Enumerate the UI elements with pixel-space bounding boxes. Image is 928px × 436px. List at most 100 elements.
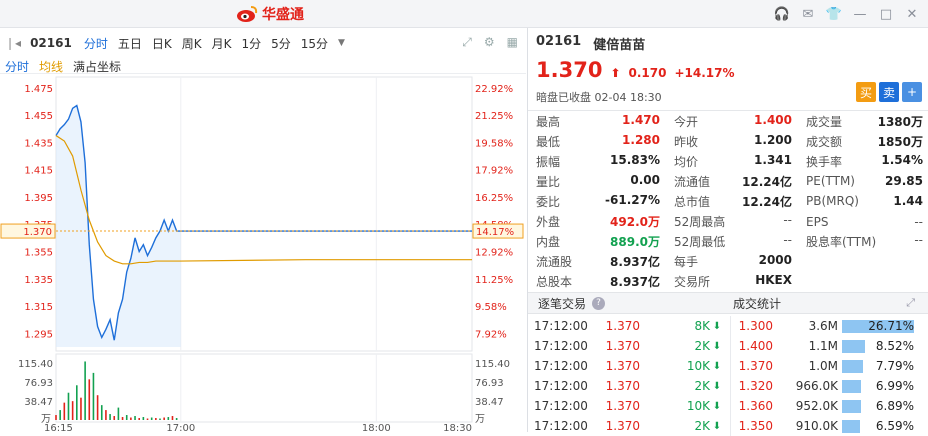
y-tick-price: 1.355 bbox=[24, 248, 53, 259]
volume-bar bbox=[167, 417, 170, 420]
tab-15min[interactable]: 15分 bbox=[296, 35, 333, 52]
volume-bar bbox=[100, 405, 103, 420]
stat-cell: 总市值 12.24亿 bbox=[666, 193, 798, 210]
x-tick: 18:30 bbox=[443, 423, 472, 432]
volume-stats-tab[interactable]: 成交统计 bbox=[733, 295, 781, 312]
y-tick-pct: 17.92% bbox=[475, 166, 513, 177]
volstat-bar: 7.79% bbox=[842, 359, 914, 373]
volstat-row: 1.350 910.0K 6.59% bbox=[731, 416, 928, 436]
y-tick-price: 1.415 bbox=[24, 166, 53, 177]
down-arrow-icon: ⬇ bbox=[712, 400, 722, 412]
close-icon[interactable]: ✕ bbox=[902, 4, 922, 24]
volstat-price: 1.300 bbox=[738, 319, 773, 333]
tab-zhouk[interactable]: 周K bbox=[177, 35, 207, 52]
indicator-fullscale[interactable]: 满占坐标 bbox=[68, 58, 126, 74]
volstat-volume: 3.6M bbox=[808, 319, 838, 333]
indicator-fenshi[interactable]: 分时 bbox=[0, 58, 34, 74]
volume-bar bbox=[67, 392, 70, 420]
volstat-row: 1.370 1.0M 7.79% bbox=[731, 356, 928, 376]
tab-wuri[interactable]: 五日 bbox=[113, 35, 147, 52]
fullscreen-icon[interactable]: ⤢ bbox=[462, 35, 472, 50]
volume-bar bbox=[142, 417, 145, 420]
chevron-down-icon[interactable]: ▼ bbox=[333, 38, 350, 48]
help-icon[interactable]: ? bbox=[592, 296, 606, 310]
expand-icon[interactable]: ⤢ bbox=[906, 296, 915, 310]
volstat-bar: 6.89% bbox=[842, 399, 914, 413]
tab-5min[interactable]: 5分 bbox=[266, 35, 296, 52]
stat-cell: 交易所 HKEX bbox=[666, 273, 798, 290]
stat-value: 2000 bbox=[758, 253, 792, 268]
y-tick-pct: 22.92% bbox=[475, 84, 513, 95]
title-bar: 华盛通 🎧 ✉ 👕 — □ ✕ bbox=[0, 0, 928, 28]
volume-stats-list: 1.300 3.6M 26.71% 1.400 1.1M 8.52% 1.370 1.0M 7.… bbox=[730, 316, 928, 436]
y-tick-pct: 9.58% bbox=[475, 302, 507, 313]
stat-cell: 最高 1.470 bbox=[528, 113, 666, 130]
tick-tab[interactable]: 逐笔交易 bbox=[538, 295, 586, 312]
stat-value: -- bbox=[783, 233, 792, 248]
layout-icon[interactable]: ▦ bbox=[507, 35, 518, 50]
chart-panel: ❘◂ 02161 分时 五日 日K 周K 月K 1分 5分 15分 ▼ ⤢ ⚙ … bbox=[0, 28, 526, 432]
mail-icon[interactable]: ✉ bbox=[798, 4, 818, 24]
stat-cell: 量比 0.00 bbox=[528, 173, 666, 190]
stats-row: 流通股 8.937亿 每手 2000 bbox=[528, 252, 928, 272]
stat-cell: 流通股 8.937亿 bbox=[528, 253, 666, 270]
stat-label: EPS bbox=[806, 214, 829, 229]
stats-row: 总股本 8.937亿 交易所 HKEX bbox=[528, 272, 928, 292]
add-watchlist-button[interactable]: + bbox=[902, 82, 922, 102]
settings-icon[interactable]: ⚙ bbox=[484, 35, 495, 50]
volume-bar bbox=[159, 418, 161, 420]
tick-time: 17:12:00 bbox=[534, 399, 588, 413]
stat-value: 15.83% bbox=[610, 152, 660, 167]
headset-icon[interactable]: 🎧 bbox=[772, 4, 792, 24]
stat-cell: 成交额 1850万 bbox=[798, 133, 928, 150]
tab-yuek[interactable]: 月K bbox=[207, 35, 237, 52]
stat-value: 492.0万 bbox=[610, 215, 660, 230]
indicator-avg[interactable]: 均线 bbox=[34, 58, 68, 74]
volstat-price: 1.320 bbox=[738, 379, 773, 393]
tab-1min[interactable]: 1分 bbox=[236, 35, 266, 52]
price-line bbox=[55, 104, 472, 341]
stat-value: 1.54% bbox=[881, 152, 923, 167]
stat-label: 量比 bbox=[536, 174, 561, 189]
tick-volume: 2K bbox=[694, 339, 710, 353]
stat-value: 12.24亿 bbox=[742, 194, 792, 209]
tab-fenshi[interactable]: 分时 bbox=[79, 35, 113, 52]
down-arrow-icon: ⬇ bbox=[712, 420, 722, 432]
stat-value: 1.341 bbox=[754, 152, 792, 167]
volstat-fill bbox=[842, 359, 863, 373]
stat-value: 1.400 bbox=[754, 112, 792, 127]
volstat-volume: 966.0K bbox=[795, 379, 838, 393]
volume-bar bbox=[109, 414, 111, 420]
stat-cell: 总股本 8.937亿 bbox=[528, 273, 666, 290]
stat-value: -- bbox=[914, 214, 923, 229]
volume-bar bbox=[55, 415, 57, 420]
down-arrow-icon: ⬇ bbox=[712, 380, 722, 392]
y-tick-pct: 19.58% bbox=[475, 138, 513, 149]
volume-bar bbox=[163, 417, 165, 420]
stat-label: 成交额 bbox=[806, 134, 843, 149]
x-tick: 16:15 bbox=[44, 423, 73, 432]
volume-bar bbox=[134, 416, 136, 420]
volume-bar bbox=[125, 415, 128, 420]
tick-row: 17:12:00 1.370 10K ⬇ bbox=[528, 356, 728, 376]
y-tick-pct: 21.25% bbox=[475, 111, 513, 122]
maximize-icon[interactable]: □ bbox=[876, 4, 896, 24]
shirt-icon[interactable]: 👕 bbox=[824, 4, 844, 24]
stat-label: 总市值 bbox=[674, 194, 711, 209]
minimize-icon[interactable]: — bbox=[850, 4, 870, 24]
stat-label: PE(TTM) bbox=[806, 174, 855, 189]
sell-button[interactable]: 卖 bbox=[879, 82, 899, 102]
collapse-icon[interactable]: ❘◂ bbox=[0, 36, 26, 50]
tick-time: 17:12:00 bbox=[534, 419, 588, 433]
tick-price: 1.370 bbox=[605, 399, 640, 413]
up-arrow-icon: ⬆ bbox=[610, 66, 621, 80]
volume-bar bbox=[71, 401, 74, 420]
stat-value: 1.44 bbox=[893, 194, 923, 209]
volstat-fill bbox=[842, 419, 860, 433]
stock-code: 02161 bbox=[536, 34, 582, 49]
tick-row: 17:12:00 1.370 8K ⬇ bbox=[528, 316, 728, 336]
current-price-label: 1.370 bbox=[23, 227, 52, 238]
tab-rik[interactable]: 日K bbox=[147, 35, 177, 52]
volstat-price: 1.350 bbox=[738, 419, 773, 433]
buy-button[interactable]: 买 bbox=[856, 82, 876, 102]
